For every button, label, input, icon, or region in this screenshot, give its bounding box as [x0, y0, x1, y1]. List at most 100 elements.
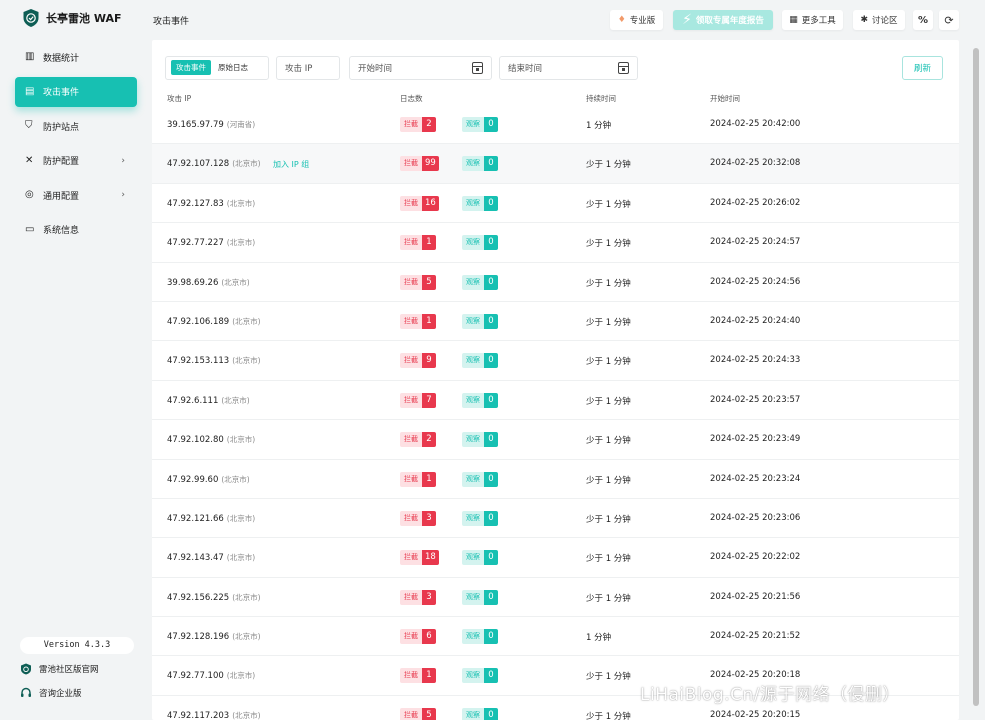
observed-count: 0 [484, 707, 498, 720]
diamond-icon: ♦ [617, 15, 626, 25]
observed-count-badge[interactable]: 观察 0 [462, 274, 498, 290]
more-tools-button[interactable]: ▦ 更多工具 [782, 10, 843, 30]
table-row[interactable]: 47.92.128.196 (北京市) 拦截 6 观察 0 1 分钟 2024-02-25 2… [152, 617, 959, 657]
blocked-label: 拦截 [400, 589, 422, 605]
observed-count-badge[interactable]: 观察 0 [462, 550, 498, 566]
sidebar-item-label: 防护站点 [43, 122, 80, 133]
table-row[interactable]: 39.165.97.79 (河南省) 拦截 2 观察 0 1 分钟 2024-02-25 20… [152, 105, 959, 145]
grid-icon: ▦ [789, 15, 798, 25]
table-row[interactable]: 39.98.69.26 (北京市) 拦截 5 观察 0 少于 1 分钟 2024-02-25 … [152, 263, 959, 302]
observed-count-badge[interactable]: 观察 0 [462, 707, 498, 720]
attack-ip: 47.92.127.83 (北京市) [167, 198, 255, 209]
attack-ip-input[interactable]: 攻击 IP [276, 56, 340, 80]
top-bar: 攻击事件 ♦ 专业版 ⚡ 领取专属年度报告 ▦ 更多工具 ✱ 讨论区 % ⟳ [145, 0, 985, 40]
blocked-count-badge[interactable]: 拦截 16 [400, 195, 439, 211]
observed-count-badge[interactable]: 观察 0 [462, 235, 498, 251]
observed-count-badge[interactable]: 观察 0 [462, 156, 498, 172]
blocked-count-badge[interactable]: 拦截 2 [400, 117, 436, 132]
observed-count-badge[interactable]: 观察 0 [462, 668, 498, 684]
blocked-label: 拦截 [400, 471, 422, 487]
start-time-picker[interactable]: 开始时间 [349, 56, 492, 80]
observed-count-badge[interactable]: 观察 0 [462, 432, 498, 448]
sidebar-item-2[interactable]: ⛉ 防护站点 [15, 111, 137, 141]
table-row[interactable]: 47.92.77.227 (北京市) 拦截 1 观察 0 少于 1 分钟 2024-02-25… [152, 223, 959, 263]
enterprise-consult-link[interactable]: 咨询企业版 [20, 687, 82, 699]
community-site-link[interactable]: 雷池社区版官网 [20, 663, 99, 675]
paw-icon: ✱ [860, 15, 869, 25]
blocked-count: 6 [422, 629, 436, 645]
table-row[interactable]: 47.92.153.113 (北京市) 拦截 9 观察 0 少于 1 分钟 2024-02-2… [152, 341, 959, 381]
observed-count-badge[interactable]: 观察 0 [462, 392, 498, 408]
ip-location: (北京市) [221, 474, 250, 484]
end-time-picker[interactable]: 结束时间 [499, 56, 638, 80]
pro-edition-label: 专业版 [629, 16, 656, 26]
sidebar-item-0[interactable]: ▥ 数据统计 [15, 42, 137, 72]
blocked-count-badge[interactable]: 拦截 1 [400, 471, 436, 487]
blocked-count-badge[interactable]: 拦截 7 [400, 392, 436, 408]
ip-location: (北京市) [226, 553, 256, 563]
blocked-count-badge[interactable]: 拦截 3 [400, 589, 436, 605]
blocked-count-badge[interactable]: 拦截 3 [400, 510, 436, 526]
table-row[interactable]: 47.92.121.66 (北京市) 拦截 3 观察 0 少于 1 分钟 2024-02-25… [152, 499, 959, 539]
ip-location: (北京市) [232, 356, 261, 366]
table-row[interactable]: 47.92.6.111 (北京市) 拦截 7 观察 0 少于 1 分钟 2024-02-25 … [152, 381, 959, 421]
blocked-label: 拦截 [400, 707, 422, 720]
observed-count: 0 [484, 589, 498, 605]
sidebar-item-4[interactable]: ◎ 通用配置 › [15, 180, 137, 210]
observed-count-badge[interactable]: 观察 0 [462, 629, 498, 645]
headset-icon [21, 687, 31, 697]
blocked-count-badge[interactable]: 拦截 1 [400, 313, 436, 329]
blocked-count: 1 [422, 235, 436, 251]
attack-ip: 39.98.69.26 (北京市) [167, 277, 250, 288]
table-row[interactable]: 47.92.127.83 (北京市) 拦截 16 观察 0 少于 1 分钟 2024-02-2… [152, 184, 959, 224]
app-logo[interactable]: 长亭雷池 WAF [22, 8, 122, 28]
blocked-count-badge[interactable]: 拦截 99 [400, 156, 439, 172]
blocked-label: 拦截 [400, 629, 422, 645]
observed-count-badge[interactable]: 观察 0 [462, 313, 498, 329]
observed-label: 观察 [462, 589, 484, 605]
language-switch-button[interactable]: % [913, 10, 933, 30]
observed-count-badge[interactable]: 观察 0 [462, 471, 498, 487]
table-row[interactable]: 47.92.107.128 (北京市) 加入 IP 组 拦截 99 观察 0 少于 1 分钟 2… [152, 144, 959, 184]
logout-button[interactable]: ⟳ [939, 10, 959, 30]
observed-count-badge[interactable]: 观察 0 [462, 510, 498, 526]
blocked-count-badge[interactable]: 拦截 18 [400, 550, 439, 566]
tab-raw-logs[interactable]: 原始日志 [213, 60, 253, 75]
observed-count-badge[interactable]: 观察 0 [462, 195, 498, 211]
table-row[interactable]: 47.92.106.189 (北京市) 拦截 1 观察 0 少于 1 分钟 2024-02-2… [152, 302, 959, 342]
add-to-ip-group-link[interactable]: 加入 IP 组 [273, 159, 309, 170]
ip-location: (北京市) [232, 316, 261, 326]
pro-edition-button[interactable]: ♦ 专业版 [610, 10, 663, 30]
observed-count-badge[interactable]: 观察 0 [462, 117, 498, 132]
blocked-count-badge[interactable]: 拦截 5 [400, 274, 436, 290]
sidebar-item-5[interactable]: ▭ 系统信息 [15, 215, 137, 245]
start-time: 2024-02-25 20:26:02 [710, 197, 801, 208]
attack-ip: 47.92.77.100 (北京市) [167, 670, 255, 681]
blocked-count-badge[interactable]: 拦截 6 [400, 629, 436, 645]
observed-count: 0 [484, 471, 498, 487]
table-row[interactable]: 47.92.156.225 (北京市) 拦截 3 观察 0 少于 1 分钟 2024-02-2… [152, 578, 959, 618]
table-row[interactable]: 47.92.102.80 (北京市) 拦截 2 观察 0 少于 1 分钟 2024-02-25… [152, 420, 959, 460]
page-scrollbar[interactable] [973, 48, 979, 706]
observed-count-badge[interactable]: 观察 0 [462, 353, 498, 369]
page-title: 攻击事件 [153, 17, 190, 27]
duration: 少于 1 分钟 [586, 317, 631, 328]
observed-count-badge[interactable]: 观察 0 [462, 589, 498, 605]
forum-button[interactable]: ✱ 讨论区 [853, 10, 905, 30]
table-row[interactable]: 47.92.99.60 (北京市) 拦截 1 观察 0 少于 1 分钟 2024-02-25 … [152, 460, 959, 499]
blocked-count-badge[interactable]: 拦截 9 [400, 353, 436, 369]
annual-report-button[interactable]: ⚡ 领取专属年度报告 [673, 10, 773, 30]
observed-label: 观察 [462, 353, 484, 369]
table-row[interactable]: 47.92.143.47 (北京市) 拦截 18 观察 0 少于 1 分钟 2024-02-2… [152, 538, 959, 578]
blocked-count-badge[interactable]: 拦截 1 [400, 668, 436, 684]
blocked-count-badge[interactable]: 拦截 1 [400, 235, 436, 251]
tab-attack-events[interactable]: 攻击事件 [171, 60, 211, 75]
blocked-count-badge[interactable]: 拦截 2 [400, 432, 436, 448]
start-time: 2024-02-25 20:23:57 [710, 394, 801, 405]
blocked-count-badge[interactable]: 拦截 5 [400, 707, 436, 720]
sidebar-item-1[interactable]: ▤ 攻击事件 [15, 76, 137, 107]
start-time: 2024-02-25 20:24:56 [710, 276, 801, 287]
refresh-button[interactable]: 刷新 [902, 56, 943, 80]
sidebar-item-3[interactable]: ✕ 防护配置 › [15, 146, 137, 176]
ip-address: 47.92.127.83 [167, 198, 224, 209]
